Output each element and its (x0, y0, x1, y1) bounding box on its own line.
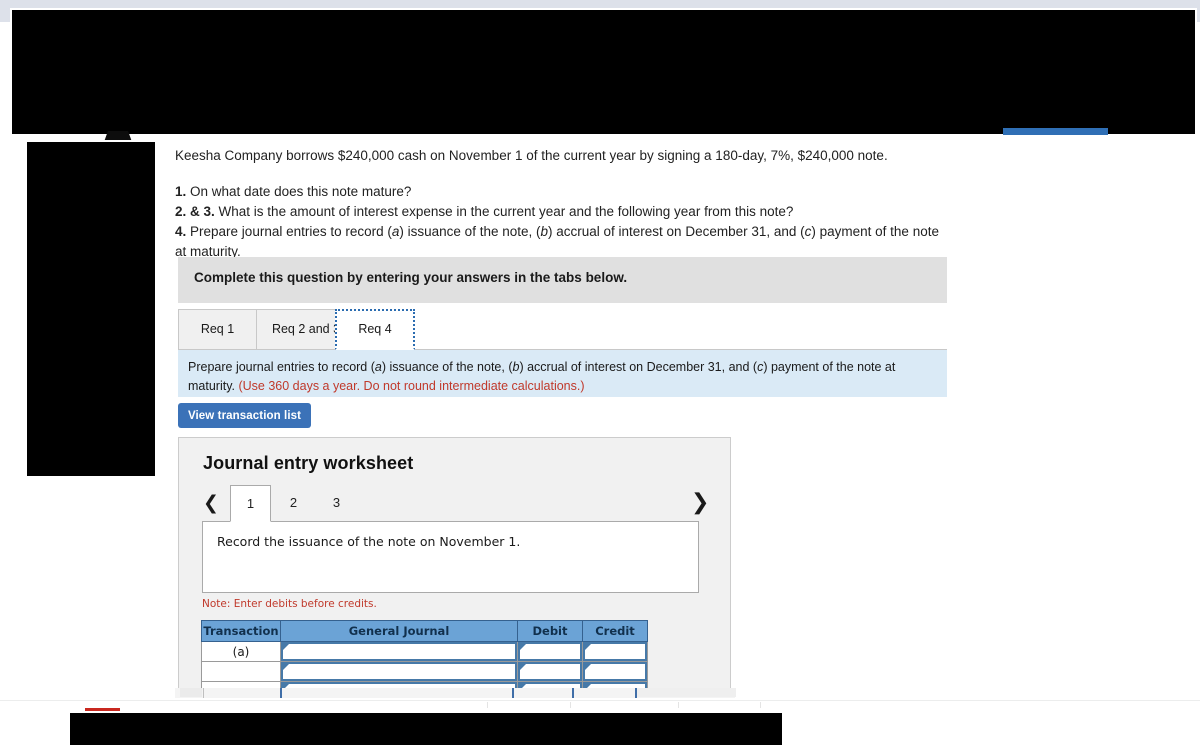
complete-question-text: Complete this question by entering your … (194, 270, 628, 285)
question-content: Keesha Company borrows $240,000 cash on … (175, 146, 950, 263)
table-row: (a) (201, 641, 648, 662)
clipped-table-line-5 (635, 688, 637, 698)
input-credit-2[interactable] (583, 662, 647, 681)
redacted-left-panel-fill (29, 144, 153, 474)
clipped-table-line-3 (512, 688, 514, 698)
view-transaction-list-button[interactable]: View transaction list (178, 403, 311, 428)
column-header-debit: Debit (517, 620, 583, 642)
clipped-content-artifact-a (180, 688, 202, 697)
redacted-browser-toolbar-fill (12, 10, 1195, 134)
cell-transaction-1: (a) (201, 641, 281, 662)
redacted-bottom-bar-fill (72, 714, 780, 744)
input-debit-2[interactable] (518, 662, 582, 681)
requirements-list: 1. On what date does this note mature? 2… (175, 182, 950, 263)
clipped-content-artifact-b (636, 688, 736, 697)
worksheet-page-tab-3[interactable]: 3 (316, 485, 357, 522)
tab-req-4[interactable]: Req 4 (335, 309, 415, 350)
input-credit-1[interactable] (583, 642, 647, 661)
worksheet-page-tab-2[interactable]: 2 (273, 485, 314, 522)
requirement-tabstrip: Req 1 Req 2 and 3 Req 4 (178, 309, 947, 350)
faint-divider-3 (678, 702, 679, 708)
worksheet-page-tab-1[interactable]: 1 (230, 485, 271, 522)
clipped-table-line-2 (280, 688, 282, 698)
faint-divider-2 (570, 702, 571, 708)
table-row (201, 661, 648, 682)
input-debit-1[interactable] (518, 642, 582, 661)
page-divider-line (0, 700, 1200, 701)
requirement-number-3: 4. (175, 224, 187, 240)
requirement-text-1: On what date does this note mature? (190, 183, 412, 199)
faint-divider-1 (487, 702, 488, 708)
blue-accent-bar (1003, 128, 1108, 135)
worksheet-entry-description: Record the issuance of the note on Novem… (202, 521, 699, 593)
chevron-right-icon[interactable]: ❯ (691, 492, 709, 514)
requirement-text-2: What is the amount of interest expense i… (218, 203, 794, 219)
journal-entry-table: Transaction General Journal Debit Credit… (201, 620, 648, 696)
requirement-number-2: 2. & 3. (175, 203, 215, 219)
question-intro-text: Keesha Company borrows $240,000 cash on … (175, 148, 888, 163)
tab-req-1[interactable]: Req 1 (178, 309, 257, 350)
worksheet-title: Journal entry worksheet (203, 453, 414, 473)
journal-table-header-row: Transaction General Journal Debit Credit (201, 620, 648, 642)
chevron-left-icon[interactable]: ❮ (203, 494, 219, 513)
column-header-credit: Credit (582, 620, 648, 642)
column-header-transaction: Transaction (201, 620, 281, 642)
requirement-number-1: 1. (175, 183, 187, 199)
journal-entry-worksheet-panel: Journal entry worksheet ❮ 1 2 3 ❯ Record… (178, 437, 731, 696)
chrome-left-gap (0, 22, 10, 132)
requirement-text-3: Prepare journal entries to record (a) is… (175, 224, 939, 260)
worksheet-page-nav: ❮ 1 2 3 ❯ (201, 485, 709, 522)
worksheet-debits-note: Note: Enter debits before credits. (202, 598, 377, 610)
complete-question-banner: Complete this question by entering your … (178, 257, 947, 303)
requirement-instruction-panel: Prepare journal entries to record (a) is… (178, 350, 947, 397)
cell-transaction-2 (201, 661, 281, 682)
column-header-general-journal: General Journal (280, 620, 518, 642)
requirement-item-1: 1. On what date does this note mature? (175, 182, 950, 202)
clipped-table-line-1 (203, 688, 204, 698)
input-general-journal-1[interactable] (281, 642, 517, 661)
requirement-item-2: 2. & 3. What is the amount of interest e… (175, 202, 950, 222)
instruction-hint-text: (Use 360 days a year. Do not round inter… (238, 378, 585, 393)
faint-divider-4 (760, 702, 761, 708)
input-general-journal-2[interactable] (281, 662, 517, 681)
clipped-table-line-4 (572, 688, 574, 698)
